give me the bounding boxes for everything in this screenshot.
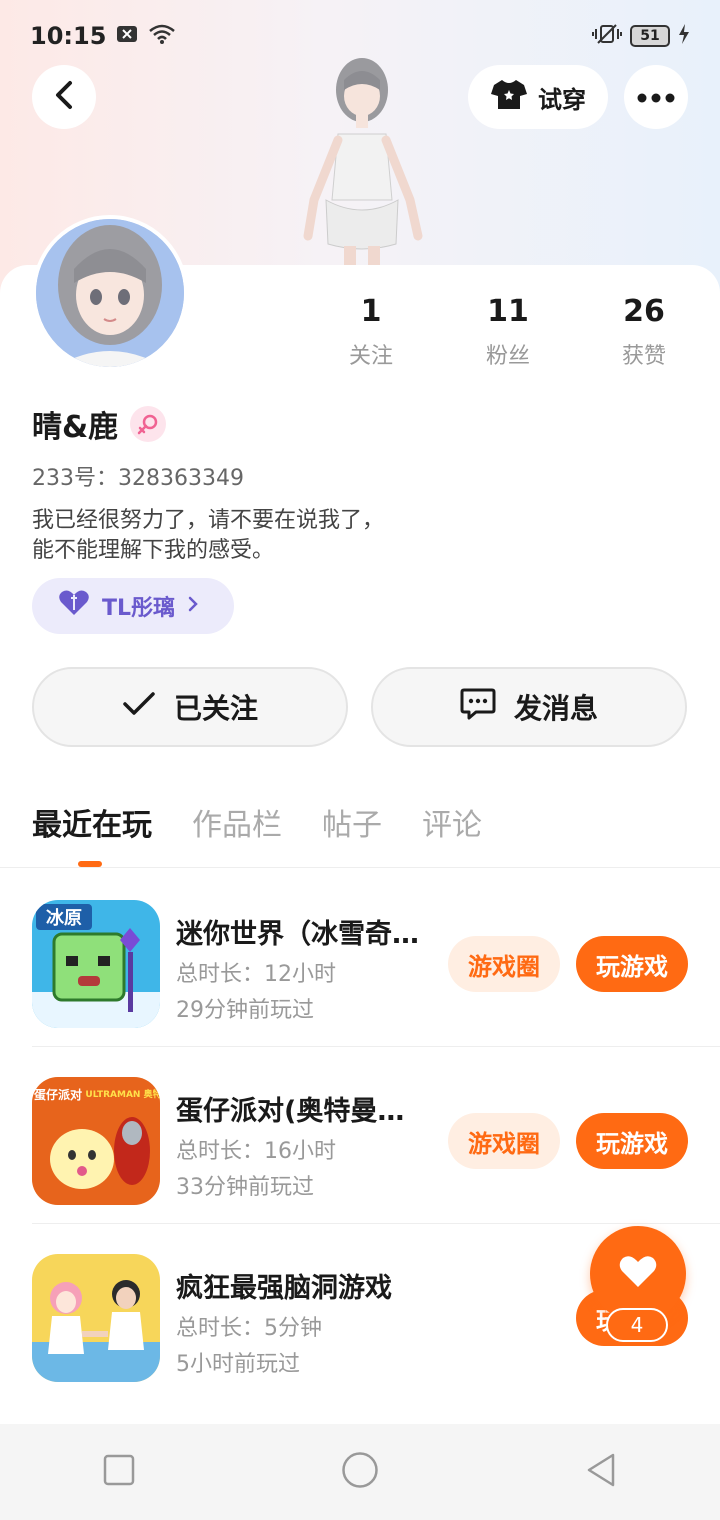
user-id: 233号：328363349: [32, 466, 244, 491]
heart-icon: [618, 1255, 658, 1293]
tab-posts[interactable]: 帖子: [322, 800, 382, 850]
game-list-item[interactable]: 冰原 迷你世界（冰雪奇… 总时长：12小时 29分钟前玩过 游戏圈 玩游戏: [0, 870, 720, 1047]
tshirt-icon: [490, 78, 528, 116]
play-game-button[interactable]: 玩游戏: [576, 936, 688, 992]
game-last-played: 33分钟前玩过: [176, 1175, 314, 1200]
profile-tabs: 最近在玩 作品栏 帖子 评论: [32, 800, 482, 850]
stat-value: 1: [360, 294, 382, 329]
user-bio: 我已经很努力了，请不要在说我了， 能不能理解下我的感受。: [32, 506, 452, 566]
game-duration: 总时长：16小时: [176, 1139, 336, 1164]
back-button[interactable]: [32, 65, 96, 129]
stat-followers[interactable]: 11 粉丝: [453, 290, 563, 370]
game-icon-eggy-party: 蛋仔派对 ULTRAMAN 奥特曼: [32, 1077, 160, 1205]
stat-label: 关注: [348, 344, 393, 369]
game-circle-button[interactable]: 游戏圈: [448, 1113, 560, 1169]
chevron-left-icon: [53, 80, 75, 114]
vibrate-icon: [592, 23, 622, 50]
user-name: 晴&鹿: [32, 410, 119, 445]
send-message-button[interactable]: 发消息: [371, 667, 687, 747]
chevron-right-icon: [187, 594, 199, 619]
stat-label: 粉丝: [485, 344, 530, 369]
more-dots-icon: [637, 88, 675, 107]
game-duration: 总时长：5分钟: [176, 1316, 322, 1341]
female-gender-icon: [130, 406, 167, 442]
avatar-character-model: [280, 50, 440, 270]
game-icon-text: 冰原: [46, 907, 82, 929]
battery-indicator: 51: [630, 25, 670, 47]
stat-value: 11: [487, 294, 529, 329]
game-duration: 总时长：12小时: [176, 962, 336, 987]
game-title: 疯狂最强脑洞游戏: [176, 1273, 392, 1304]
guild-badge[interactable]: TL彤璃: [32, 578, 234, 634]
followed-label: 已关注: [173, 692, 258, 725]
tab-works[interactable]: 作品栏: [192, 800, 282, 850]
game-icon-text-secondary: ULTRAMAN 奥特曼: [85, 1088, 160, 1100]
charging-icon: [678, 23, 690, 49]
avatar[interactable]: [32, 215, 188, 371]
followed-button[interactable]: 已关注: [32, 667, 348, 747]
stat-label: 获赞: [621, 344, 666, 369]
game-icon-brain-game: [32, 1254, 160, 1382]
status-time: 10:15: [30, 22, 107, 50]
game-list-item[interactable]: 蛋仔派对 ULTRAMAN 奥特曼 蛋仔派对(奥特曼联… 总时长：16小时 33…: [0, 1047, 720, 1224]
heart-icon: [58, 590, 90, 622]
tab-comments[interactable]: 评论: [422, 800, 482, 850]
chat-bubble-icon: [460, 687, 496, 728]
game-title: 蛋仔派对(奥特曼联…: [176, 1096, 431, 1127]
back-nav-icon[interactable]: [585, 1452, 617, 1492]
guild-name: TL彤璃: [102, 596, 176, 621]
game-title: 迷你世界（冰雪奇…: [176, 919, 419, 950]
bio-line-2: 能不能理解下我的感受。: [32, 538, 275, 563]
tab-recent-played[interactable]: 最近在玩: [32, 800, 152, 850]
name-row: 晴&鹿: [32, 402, 167, 446]
bio-line-1: 我已经很努力了，请不要在说我了，: [32, 508, 385, 533]
game-last-played: 29分钟前玩过: [176, 998, 314, 1023]
home-icon[interactable]: [341, 1451, 379, 1493]
system-navigation-bar: [0, 1424, 720, 1520]
send-message-label: 发消息: [513, 692, 598, 725]
stat-likes[interactable]: 26 获赞: [589, 290, 699, 370]
play-game-button[interactable]: 玩游戏: [576, 1113, 688, 1169]
wifi-icon: [148, 24, 176, 49]
try-on-button[interactable]: 试穿: [468, 65, 608, 129]
game-icon-mini-world: 冰原: [32, 900, 160, 1028]
game-last-played: 5小时前玩过: [176, 1352, 300, 1377]
game-circle-button[interactable]: 游戏圈: [448, 936, 560, 992]
try-on-label: 试穿: [538, 85, 586, 114]
stat-value: 26: [623, 294, 665, 329]
more-options-button[interactable]: [624, 65, 688, 129]
stat-following[interactable]: 1 关注: [316, 290, 426, 370]
checkmark-icon: [122, 691, 156, 724]
notification-icon: [116, 24, 138, 48]
recent-apps-icon[interactable]: [103, 1454, 135, 1490]
like-count-badge: 4: [606, 1308, 668, 1342]
tabs-divider: [0, 867, 720, 868]
game-icon-text: 蛋仔派对: [34, 1087, 82, 1102]
